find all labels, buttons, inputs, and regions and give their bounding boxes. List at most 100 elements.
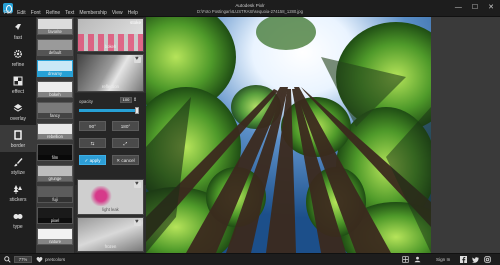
menu-text[interactable]: Text	[65, 10, 74, 16]
overlay-adjust-panel: opacity 100 ⇕ 90° 180° ⇆ ⤢ ✓ apply ✕ can…	[75, 93, 146, 185]
grid-icon[interactable]	[402, 256, 409, 263]
preset-thumbnail[interactable]: dreamy	[37, 60, 73, 77]
category-label: stickers	[9, 197, 27, 203]
overlay-texture	[78, 34, 143, 51]
preset-label: bokeh	[38, 92, 72, 97]
overlay-label: frozen	[104, 244, 117, 249]
heart-outline-icon[interactable]	[36, 256, 43, 263]
status-bar: 77% pretcolors Sign In	[0, 253, 500, 265]
heart-icon[interactable]	[134, 56, 141, 63]
rotate-180-button[interactable]: 180°	[112, 121, 139, 131]
overlay-label: light leak	[102, 207, 119, 212]
category-border[interactable]: border	[0, 125, 36, 152]
preset-label: fancy	[38, 113, 72, 118]
preset-strip: favorite default dreamy bokeh fancy rebe…	[36, 17, 74, 253]
brush-icon	[14, 158, 23, 167]
category-label: stylize	[11, 170, 25, 176]
tree-icon	[13, 185, 22, 194]
menu-items: File Edit Font Refine Text Membership Vi…	[4, 10, 138, 16]
user-icon[interactable]	[414, 256, 421, 263]
menu-refine[interactable]: Refine	[46, 10, 60, 16]
preset-label: default	[38, 50, 72, 55]
overlay-texture	[86, 186, 116, 206]
effect-icon	[13, 76, 23, 86]
stepper-icon[interactable]: ⇕	[133, 97, 139, 103]
heart-icon[interactable]	[134, 181, 141, 188]
preset-thumbnail[interactable]: fancy	[37, 102, 73, 119]
opacity-slider[interactable]	[79, 107, 139, 114]
maximize-button[interactable]: ☐	[472, 4, 478, 11]
preset-thumbnail[interactable]: fuji	[37, 186, 73, 203]
photo-canvas[interactable]	[146, 17, 431, 253]
overlay-header-label: stoke	[130, 20, 141, 25]
search-icon[interactable]	[4, 256, 11, 263]
category-sidebar: fast refine effect overlay border styliz…	[0, 17, 36, 253]
preset-label: fuji	[38, 197, 72, 202]
workspace-background	[431, 17, 500, 253]
category-stickers[interactable]: stickers	[0, 179, 36, 206]
twitter-icon[interactable]	[472, 256, 479, 263]
preset-label: film	[38, 155, 72, 160]
gear-icon	[13, 49, 23, 59]
menu-edit[interactable]: Edit	[17, 10, 26, 16]
category-label: fast	[13, 35, 23, 41]
minimize-button[interactable]: —	[455, 4, 462, 11]
overlay-thumbnail[interactable]: stoke bokeh	[77, 18, 144, 52]
preset-thumbnail[interactable]: pixel	[37, 207, 73, 224]
preset-thumbnail[interactable]: default	[37, 39, 73, 56]
preset-label: favorite	[38, 29, 72, 34]
menu-file[interactable]: File	[4, 10, 12, 16]
preset-label: rebellion	[38, 134, 72, 139]
overlay-panel: stoke bokeh reflection opacity 100 ⇕ 90°…	[75, 17, 146, 253]
rotate-90-button[interactable]: 90°	[79, 121, 106, 131]
opacity-slider-fill	[79, 109, 139, 112]
preset-label: pixel	[38, 218, 72, 223]
preset-label: dreamy	[38, 71, 72, 76]
preset-thumbnail[interactable]: nature	[37, 228, 73, 245]
apply-button[interactable]: ✓ apply	[79, 155, 106, 165]
heart-icon[interactable]	[134, 219, 141, 226]
overlay-label: bokeh	[104, 44, 117, 49]
category-label: refine	[11, 62, 25, 68]
border-icon	[14, 130, 22, 140]
category-effect[interactable]: effect	[0, 71, 36, 98]
zoom-level-select[interactable]: 77%	[14, 256, 32, 263]
window-file-path: D:\Foto Postingan\ILUSTRASI\sequoia-2741…	[197, 9, 303, 14]
preset-thumbnail[interactable]: rebellion	[37, 123, 73, 140]
preset-thumbnail[interactable]: bokeh	[37, 81, 73, 98]
opacity-slider-knob[interactable]	[135, 107, 139, 114]
overlay-thumbnail[interactable]: light leak	[77, 179, 144, 215]
sign-in-link[interactable]: Sign In	[436, 257, 450, 262]
category-label: effect	[11, 89, 25, 95]
preset-thumbnail[interactable]: grunge	[37, 165, 73, 182]
category-label: type	[13, 224, 23, 230]
close-button[interactable]: ✕	[488, 4, 494, 11]
facebook-icon[interactable]	[460, 256, 467, 263]
overlay-thumbnail[interactable]: frozen	[77, 217, 144, 252]
overlay-thumbnail[interactable]: reflection	[77, 54, 144, 92]
opacity-value-input[interactable]: 100	[120, 97, 132, 103]
layers-icon	[13, 104, 23, 112]
category-type[interactable]: type	[0, 206, 36, 233]
menu-help[interactable]: Help	[128, 10, 138, 16]
active-preset-name: pretcolors	[45, 257, 66, 262]
window-title: Autodesk Pixlr	[235, 3, 265, 8]
cancel-button[interactable]: ✕ cancel	[112, 155, 139, 165]
category-label: border	[10, 143, 26, 149]
category-refine[interactable]: refine	[0, 44, 36, 71]
category-label: overlay	[9, 116, 27, 122]
category-overlay[interactable]: overlay	[0, 98, 36, 125]
type-icon	[13, 214, 23, 219]
menu-view[interactable]: View	[112, 10, 123, 16]
category-stylize[interactable]: stylize	[0, 152, 36, 179]
forest-photo	[146, 17, 431, 253]
preset-thumbnail[interactable]: favorite	[37, 18, 73, 35]
category-fast[interactable]: fast	[0, 17, 36, 44]
flip-horizontal-button[interactable]: ⇆	[79, 138, 106, 148]
flip-vertical-button[interactable]: ⤢	[112, 138, 139, 148]
menu-membership[interactable]: Membership	[79, 10, 107, 16]
instagram-icon[interactable]	[484, 256, 491, 263]
menu-font[interactable]: Font	[31, 10, 41, 16]
rocket-icon	[15, 24, 21, 30]
preset-thumbnail[interactable]: film	[37, 144, 73, 161]
